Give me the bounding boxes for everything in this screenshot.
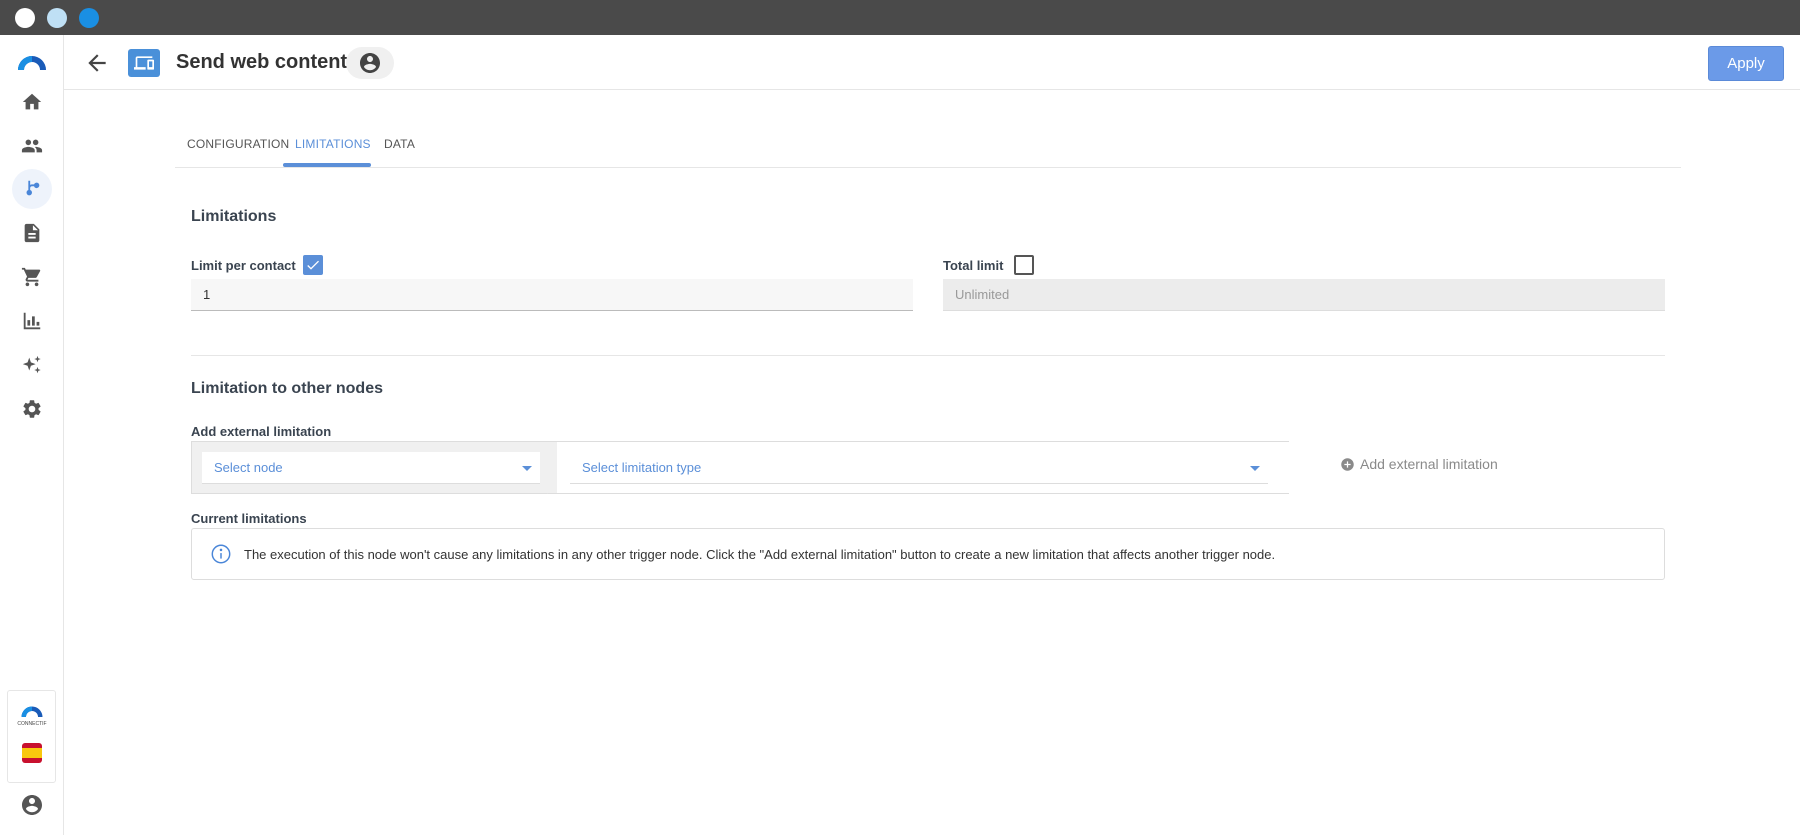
home-icon	[22, 93, 42, 110]
total-limit-label: Total limit	[943, 258, 1004, 273]
info-message: The execution of this node won't cause a…	[244, 546, 1276, 562]
brand-small-text: CONNECTIF	[17, 721, 47, 727]
sidebar-item-ai[interactable]	[12, 345, 52, 385]
people-icon	[21, 139, 43, 153]
total-limit-checkbox[interactable]	[1014, 255, 1034, 275]
sidebar: CONNECTIF	[0, 35, 64, 835]
window-minimize-button[interactable]	[47, 8, 67, 28]
current-limitations-label: Current limitations	[191, 511, 307, 526]
total-limit-input: Unlimited	[943, 279, 1665, 311]
apply-button[interactable]: Apply	[1708, 46, 1784, 81]
check-icon	[307, 260, 319, 270]
arrow-separator	[547, 442, 557, 494]
caret-down-icon	[522, 466, 532, 471]
arrow-back-icon	[88, 54, 106, 72]
sidebar-item-workflows[interactable]	[12, 169, 52, 209]
add-external-label-text: Add external limitation	[1360, 456, 1498, 472]
sidebar-item-home[interactable]	[12, 82, 52, 122]
node-type-icon	[128, 49, 160, 77]
devices-icon	[134, 56, 154, 70]
tab-data[interactable]: DATA	[384, 137, 415, 151]
user-circle-icon	[22, 795, 42, 815]
page-title: Send web content	[176, 51, 348, 73]
limitations-title: Limitations	[191, 208, 277, 225]
cart-icon	[21, 267, 41, 287]
sparkle-icon	[22, 355, 41, 374]
gear-icon	[23, 400, 41, 418]
window-maximize-button[interactable]	[79, 8, 99, 28]
chart-icon	[23, 312, 41, 330]
external-limitation-form: Select node Select limitation type	[191, 441, 1289, 494]
user-account-button[interactable]	[20, 793, 44, 817]
document-icon	[24, 223, 40, 243]
sidebar-item-contacts[interactable]	[12, 126, 52, 166]
page-header: Send web content Apply	[64, 35, 1800, 90]
select-node-placeholder: Select node	[214, 460, 283, 475]
limit-per-contact-checkbox[interactable]	[303, 255, 323, 275]
window-close-button[interactable]	[15, 8, 35, 28]
account-box[interactable]: CONNECTIF	[7, 690, 56, 783]
add-circle-icon	[1341, 457, 1354, 471]
sidebar-item-analytics[interactable]	[12, 301, 52, 341]
current-limitations-info: The execution of this node won't cause a…	[191, 528, 1665, 580]
other-nodes-title: Limitation to other nodes	[191, 380, 383, 397]
add-external-limitation-button[interactable]: Add external limitation	[1340, 454, 1498, 474]
select-limitation-type-dropdown[interactable]: Select limitation type	[570, 452, 1268, 484]
select-type-placeholder: Select limitation type	[582, 460, 702, 475]
select-node-dropdown[interactable]: Select node	[202, 452, 540, 484]
tab-configuration[interactable]: CONFIGURATION	[187, 137, 289, 151]
connectif-logo-icon	[21, 706, 43, 717]
es-flag-icon[interactable]	[22, 743, 42, 763]
caret-down-icon	[1250, 466, 1260, 471]
window-titlebar	[0, 0, 1800, 35]
workflow-icon	[26, 180, 40, 196]
owner-avatar-button[interactable]	[346, 47, 394, 79]
tab-bar: CONFIGURATION LIMITATIONS DATA	[175, 128, 1681, 168]
sidebar-item-content[interactable]	[12, 213, 52, 253]
info-icon	[211, 544, 231, 564]
back-button[interactable]	[84, 50, 110, 76]
brand-logo-icon[interactable]	[16, 52, 48, 72]
sidebar-item-settings[interactable]	[12, 389, 52, 429]
user-circle-icon	[360, 53, 380, 73]
sidebar-item-store[interactable]	[12, 257, 52, 297]
add-external-label: Add external limitation	[191, 424, 332, 439]
active-tab-indicator	[283, 163, 371, 167]
limit-per-contact-label: Limit per contact	[191, 258, 296, 273]
tab-limitations[interactable]: LIMITATIONS	[295, 137, 371, 151]
limit-per-contact-input[interactable]: 1	[191, 279, 913, 311]
section-divider	[191, 355, 1665, 356]
